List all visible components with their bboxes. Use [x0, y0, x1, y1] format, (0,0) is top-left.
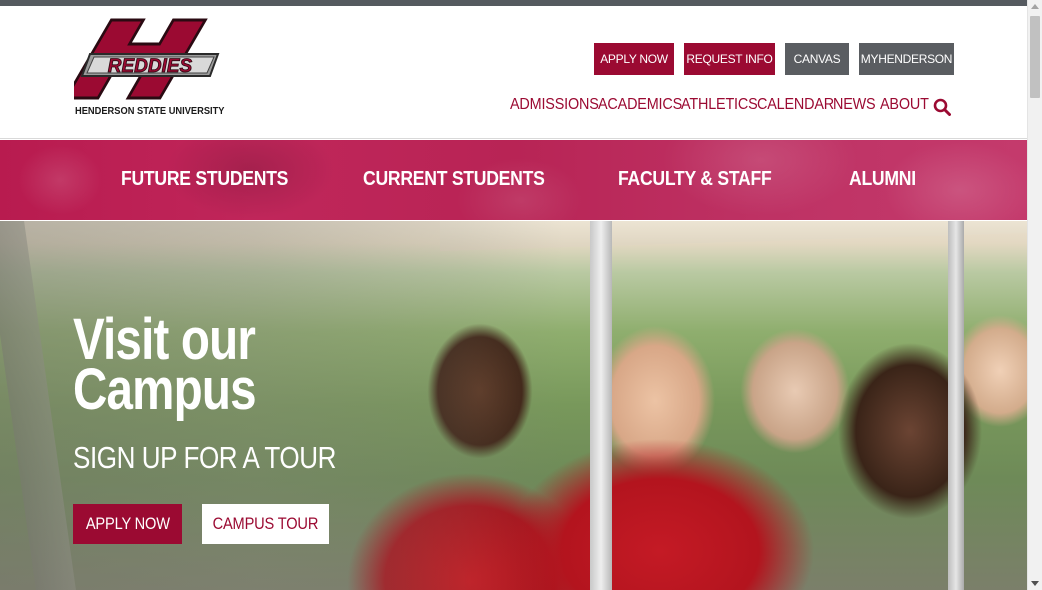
audience-alumni[interactable]: ALUMNI: [849, 168, 916, 191]
hero-subtitle: SIGN UP FOR A TOUR: [73, 440, 337, 475]
hero-banner: Visit our Campus SIGN UP FOR A TOUR APPL…: [0, 221, 1027, 590]
scroll-down-arrow-icon[interactable]: [1031, 581, 1039, 586]
canvas-button[interactable]: CANVAS: [785, 43, 849, 75]
nav-about[interactable]: ABOUT: [880, 96, 929, 118]
hero-campus-tour-button[interactable]: CAMPUS TOUR: [202, 504, 329, 544]
hero-campus-tour-label: CAMPUS TOUR: [212, 514, 319, 533]
myhenderson-button[interactable]: MYHENDERSON: [859, 43, 954, 75]
site-header: REDDIES HENDERSON STATE UNIVERSITY APPLY…: [0, 6, 1027, 139]
apply-now-utility-button[interactable]: APPLY NOW: [594, 43, 674, 75]
vertical-scrollbar[interactable]: [1027, 0, 1042, 590]
audience-faculty-staff[interactable]: FACULTY & STAFF: [618, 168, 772, 191]
nav-news[interactable]: NEWS: [833, 96, 876, 118]
hero-apply-now-button[interactable]: APPLY NOW: [73, 504, 182, 544]
audience-nav-bar: FUTURE STUDENTS CURRENT STUDENTS FACULTY…: [0, 140, 1027, 220]
nav-calendar[interactable]: CALENDAR: [757, 96, 834, 118]
nav-academics[interactable]: ACADEMICS: [598, 96, 682, 118]
request-info-button[interactable]: REQUEST INFO: [684, 43, 775, 75]
nav-athletics[interactable]: ATHLETICS: [681, 96, 758, 118]
search-icon[interactable]: [933, 98, 951, 116]
hero-title: Visit our Campus: [73, 311, 257, 419]
hero-title-line: Campus: [73, 357, 257, 422]
audience-future-students[interactable]: FUTURE STUDENTS: [121, 168, 288, 191]
nav-admissions[interactable]: ADMISSIONS: [510, 96, 599, 118]
svg-text:REDDIES: REDDIES: [108, 56, 193, 77]
hero-apply-now-label: APPLY NOW: [85, 514, 170, 533]
scrollbar-thumb[interactable]: [1030, 16, 1040, 98]
university-name: HENDERSON STATE UNIVERSITY: [75, 106, 225, 117]
audience-current-students[interactable]: CURRENT STUDENTS: [363, 168, 545, 191]
scroll-up-arrow-icon[interactable]: [1031, 4, 1039, 9]
h-reddies-logo-icon: REDDIES: [74, 18, 220, 100]
